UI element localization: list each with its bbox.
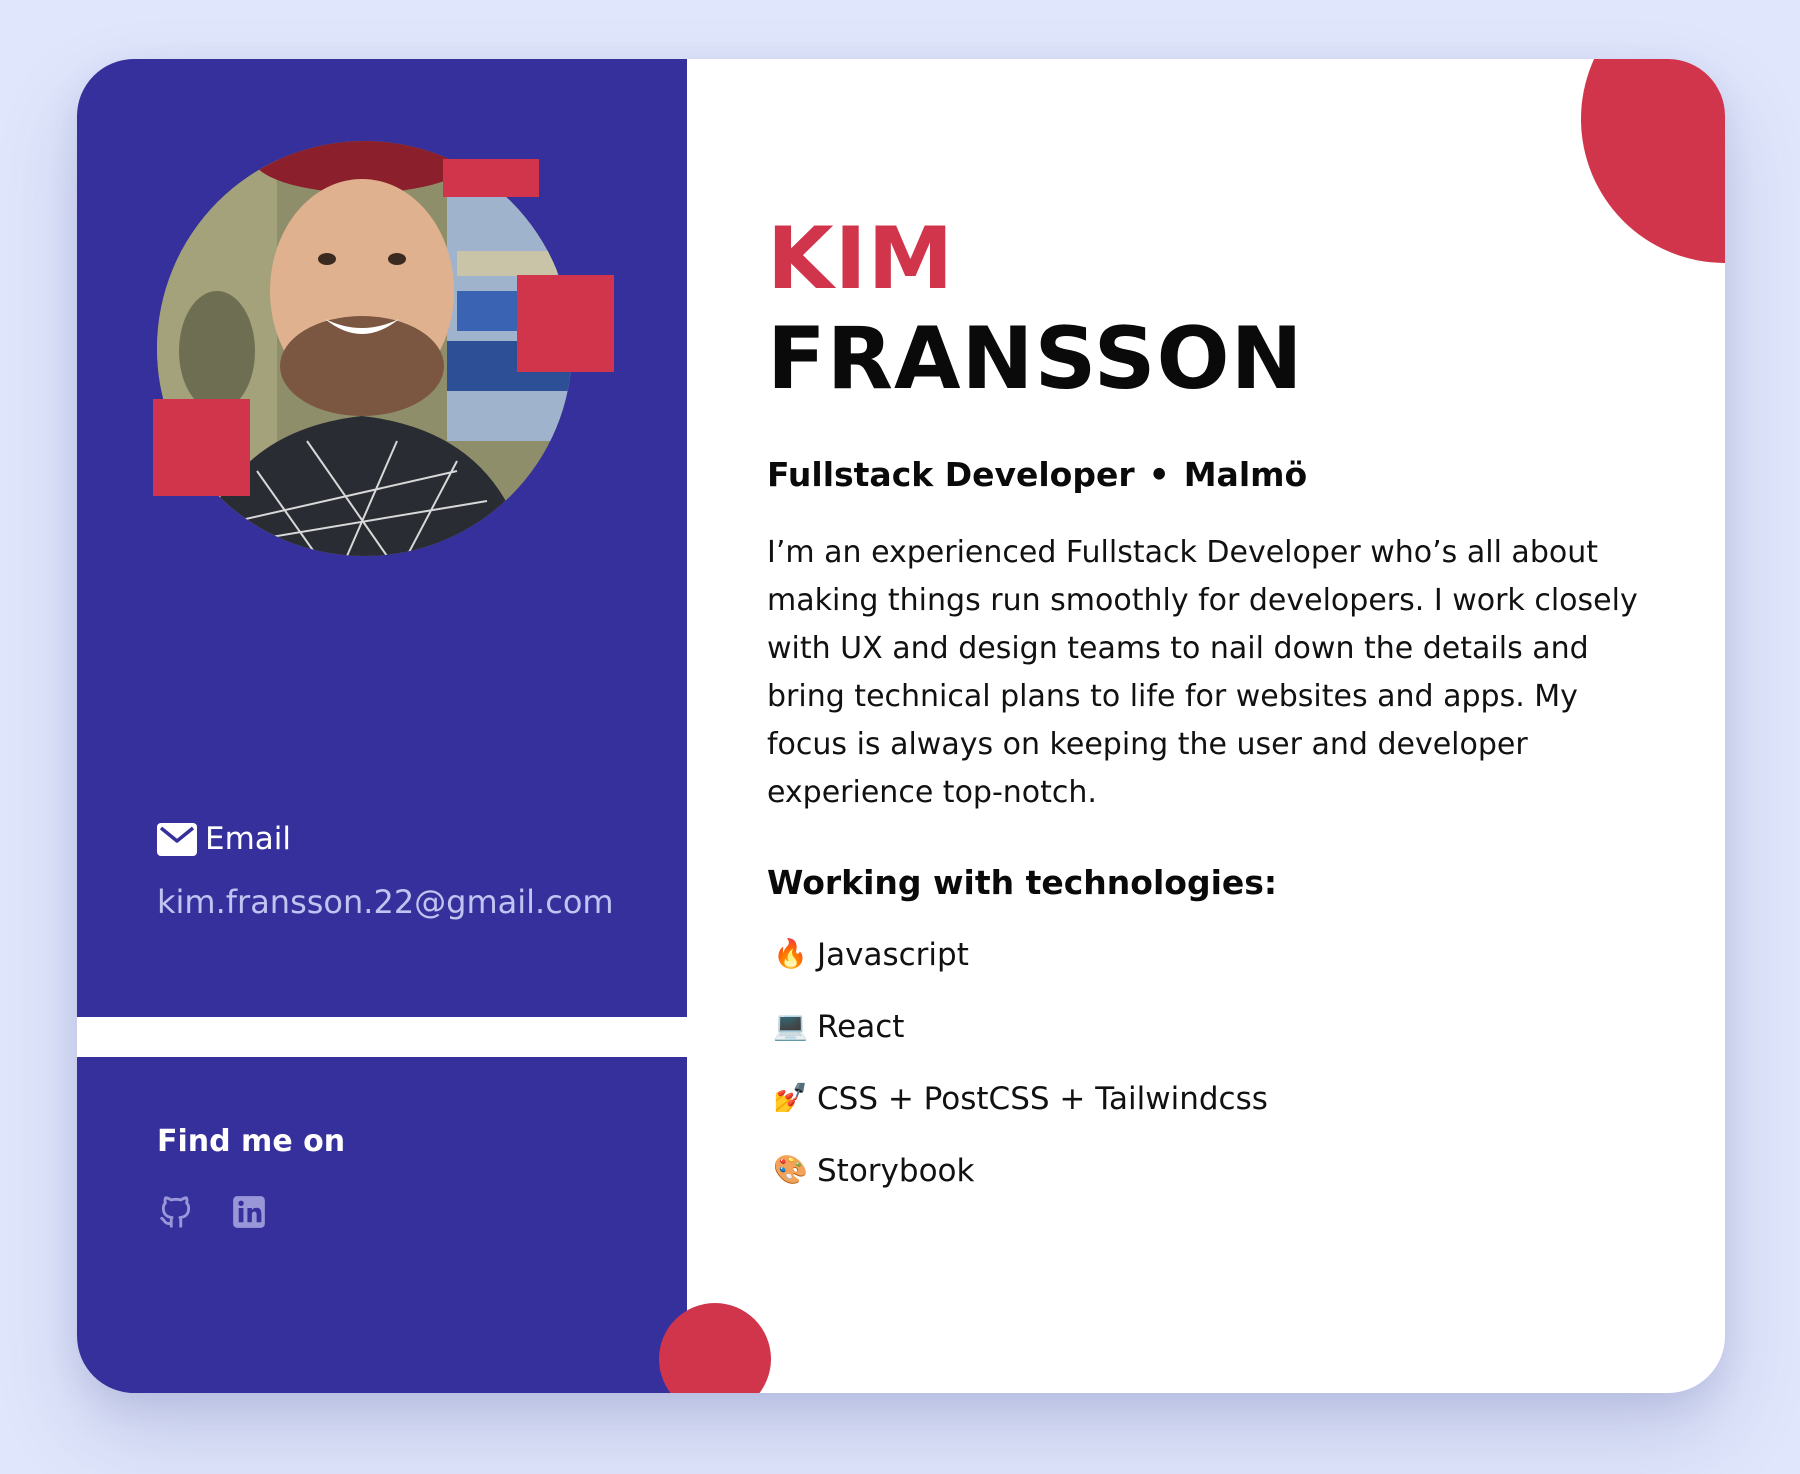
list-item: 🎨 Storybook xyxy=(773,1153,1268,1225)
github-icon[interactable] xyxy=(157,1193,195,1231)
location: Malmö xyxy=(1183,455,1308,494)
decor-circle-top-right xyxy=(1581,59,1725,263)
tech-label: Storybook xyxy=(817,1153,975,1189)
last-name: FRANSSON xyxy=(767,309,1304,409)
list-item: 🔥 Javascript xyxy=(773,937,1268,1009)
decor-square xyxy=(517,275,614,372)
envelope-icon xyxy=(157,822,197,856)
bio-text: I’m an experienced Fullstack Developer w… xyxy=(767,535,1638,810)
email-label: Email xyxy=(205,821,292,857)
technologies-list: 🔥 Javascript 💻 React 💅 CSS + PostCSS + T… xyxy=(773,937,1268,1225)
tech-label: Javascript xyxy=(817,937,969,973)
email-label-row: Email xyxy=(157,821,291,857)
tech-label: CSS + PostCSS + Tailwindcss xyxy=(817,1081,1268,1117)
first-name: KIM xyxy=(767,209,955,309)
laptop-icon: 💻 xyxy=(773,1009,808,1042)
sidebar-bottom-panel: Find me on xyxy=(77,1057,687,1393)
list-item: 💅 CSS + PostCSS + Tailwindcss xyxy=(773,1081,1268,1153)
email-link[interactable]: kim.fransson.22@gmail.com xyxy=(157,883,614,921)
decor-square xyxy=(153,399,250,496)
technologies-title: Working with technologies: xyxy=(767,863,1278,902)
list-item: 💻 React xyxy=(773,1009,1268,1081)
decor-square xyxy=(443,159,539,197)
role-title: Fullstack Developer xyxy=(767,455,1135,494)
role-location: Fullstack Developer • Malmö xyxy=(767,455,1307,494)
linkedin-icon[interactable] xyxy=(230,1193,268,1231)
tech-label: React xyxy=(817,1009,905,1045)
nail-polish-icon: 💅 xyxy=(773,1081,808,1114)
profile-card: Email kim.fransson.22@gmail.com Find me … xyxy=(77,59,1725,1393)
find-me-title: Find me on xyxy=(157,1124,346,1159)
palette-icon: 🎨 xyxy=(773,1153,808,1186)
sidebar-top-panel: Email kim.fransson.22@gmail.com xyxy=(77,59,687,1017)
separator-dot: • xyxy=(1148,455,1170,494)
fire-icon: 🔥 xyxy=(773,937,808,970)
